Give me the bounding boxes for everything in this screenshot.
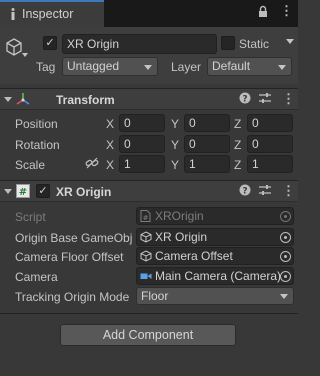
layer-value: Default — [212, 59, 251, 73]
axis-z-label[interactable]: Z — [234, 138, 241, 152]
origin-base-label: Origin Base GameObj — [15, 231, 133, 245]
component-enabled-checkbox[interactable]: ✓ — [36, 184, 50, 198]
axis-y-label[interactable]: Y — [171, 158, 179, 172]
scale-y-field[interactable]: 1 — [184, 155, 230, 173]
static-dropdown-icon[interactable] — [286, 39, 294, 44]
cube-icon[interactable] — [4, 37, 24, 60]
axis-x-label[interactable]: X — [106, 158, 114, 172]
layer-dropdown[interactable]: Default — [207, 57, 292, 76]
chevron-down-icon[interactable] — [22, 53, 28, 57]
rotation-y-field[interactable]: 0 — [184, 135, 230, 153]
svg-text:#: # — [143, 214, 149, 222]
camera-value: Main Camera (Camera) — [155, 269, 282, 283]
axis-x-label[interactable]: X — [106, 138, 114, 152]
name-field[interactable]: XR Origin — [62, 34, 217, 54]
camera-label: Camera — [15, 270, 58, 284]
tab-title: Inspector — [22, 7, 74, 21]
script-field: # XROrigin — [136, 207, 294, 225]
position-z-field[interactable]: 0 — [247, 114, 293, 132]
svg-text:#: # — [19, 187, 27, 198]
link-icon[interactable] — [85, 156, 99, 173]
chevron-down-icon — [280, 294, 288, 299]
camera-floor-offset-label: Camera Floor Offset — [15, 250, 124, 264]
axis-y-label[interactable]: Y — [171, 138, 179, 152]
more-vertical-icon[interactable]: ⋮ — [282, 92, 295, 105]
position-y-field[interactable]: 0 — [184, 114, 230, 132]
tracking-origin-value: Floor — [141, 289, 169, 303]
svg-text:?: ? — [242, 187, 247, 197]
static-label: Static — [239, 37, 270, 51]
tag-dropdown[interactable]: Untagged — [62, 57, 158, 76]
static-checkbox[interactable] — [221, 36, 235, 50]
layer-label: Layer — [171, 60, 202, 74]
object-picker-icon[interactable] — [280, 271, 291, 282]
foldout-icon[interactable] — [4, 189, 12, 194]
object-picker-icon[interactable] — [280, 232, 291, 243]
transform-icon — [16, 92, 30, 109]
axis-x-label[interactable]: X — [106, 117, 114, 131]
script-file-icon: # — [140, 210, 151, 224]
help-icon[interactable]: ? — [239, 184, 251, 199]
scale-z-field[interactable]: 1 — [247, 155, 293, 173]
rotation-label: Rotation — [15, 138, 60, 152]
info-icon — [7, 7, 19, 24]
help-icon[interactable]: ? — [239, 92, 251, 107]
axis-z-label[interactable]: Z — [234, 158, 241, 172]
chevron-down-icon — [144, 65, 152, 70]
active-checkbox[interactable]: ✓ — [43, 36, 57, 50]
presets-icon[interactable] — [259, 184, 271, 199]
chevron-down-icon — [278, 65, 286, 70]
position-label: Position — [15, 117, 58, 131]
object-picker-icon[interactable] — [280, 251, 291, 262]
tracking-origin-dropdown[interactable]: Floor — [136, 287, 294, 305]
rotation-x-field[interactable]: 0 — [119, 135, 165, 153]
more-vertical-icon[interactable]: ⋮ — [280, 4, 293, 17]
xr-origin-title: XR Origin — [56, 185, 112, 199]
tab-inspector[interactable]: Inspector — [0, 0, 104, 27]
section-divider — [0, 313, 298, 314]
more-vertical-icon[interactable]: ⋮ — [282, 184, 295, 197]
origin-base-field[interactable]: XR Origin — [136, 228, 294, 246]
presets-icon[interactable] — [259, 92, 271, 107]
transform-header[interactable] — [0, 88, 298, 110]
rotation-z-field[interactable]: 0 — [247, 135, 293, 153]
script-icon: # — [16, 184, 30, 201]
script-label: Script — [15, 210, 46, 224]
axis-z-label[interactable]: Z — [234, 117, 241, 131]
tracking-origin-label: Tracking Origin Mode — [15, 290, 130, 304]
camera-icon — [140, 270, 152, 284]
camera-field[interactable]: Main Camera (Camera) — [136, 267, 294, 285]
script-value: XROrigin — [155, 209, 204, 223]
camera-floor-offset-value: Camera Offset — [155, 249, 233, 263]
tag-value: Untagged — [67, 59, 120, 73]
foldout-icon[interactable] — [4, 97, 12, 102]
transform-title: Transform — [56, 93, 115, 107]
svg-text:?: ? — [242, 95, 247, 105]
scale-label: Scale — [15, 158, 46, 172]
gameobject-icon — [140, 250, 152, 264]
position-x-field[interactable]: 0 — [119, 114, 165, 132]
gameobject-icon — [140, 231, 152, 245]
tag-label: Tag — [36, 60, 56, 74]
object-picker-icon — [280, 211, 291, 222]
camera-floor-offset-field[interactable]: Camera Offset — [136, 247, 294, 265]
add-component-button[interactable]: Add Component — [60, 324, 236, 346]
lock-icon[interactable] — [258, 5, 268, 21]
scale-x-field[interactable]: 1 — [119, 155, 165, 173]
origin-base-value: XR Origin — [155, 230, 208, 244]
axis-y-label[interactable]: Y — [171, 117, 179, 131]
